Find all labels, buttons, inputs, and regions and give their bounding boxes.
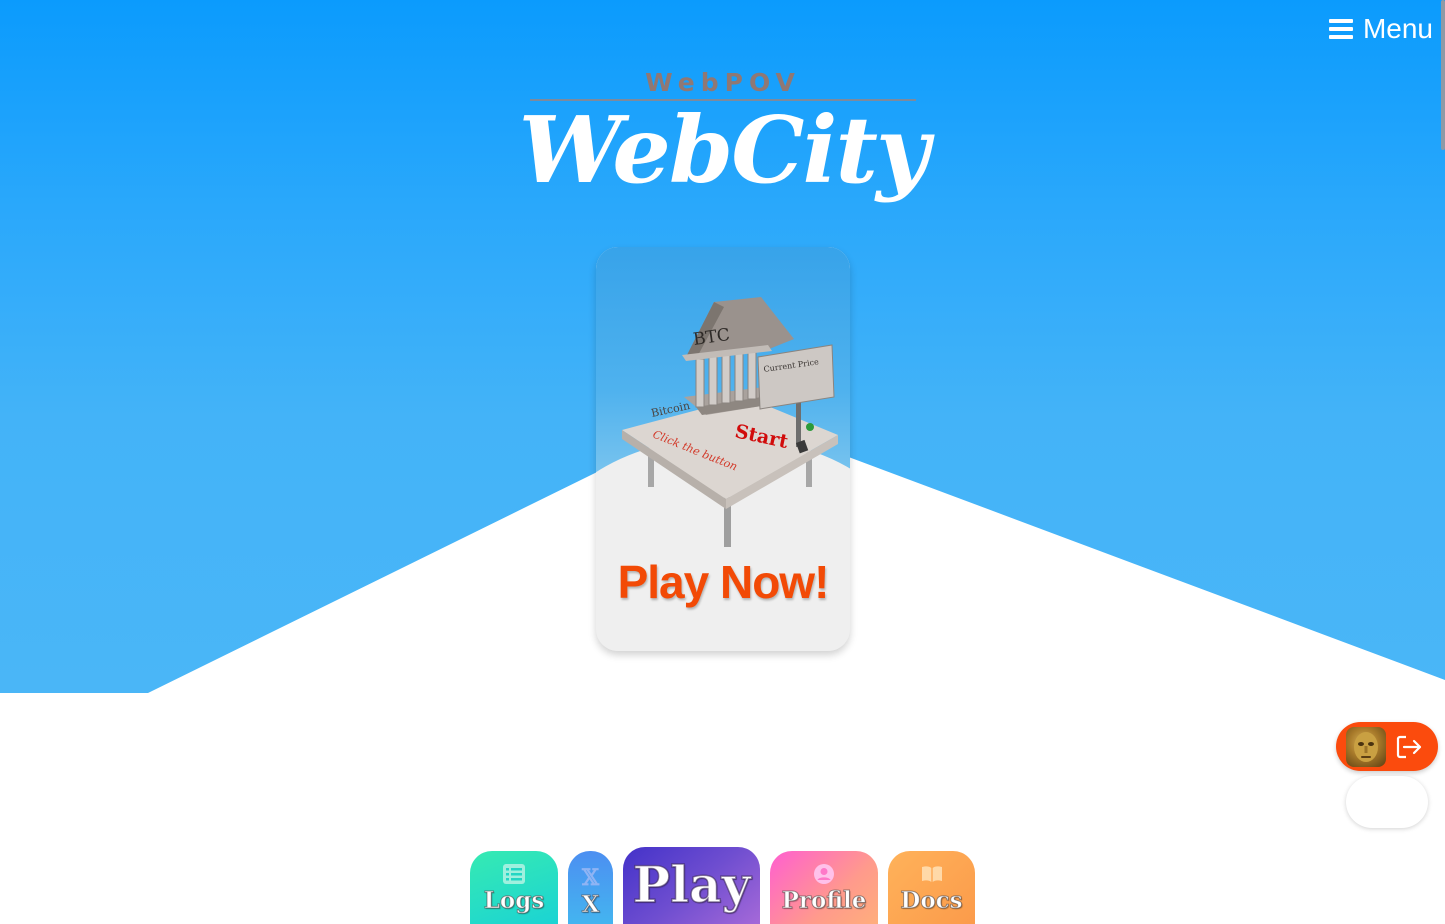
play-now-label: Play Now! <box>617 556 830 608</box>
menu-button[interactable]: Menu <box>1328 12 1433 46</box>
secondary-widget[interactable] <box>1346 776 1428 828</box>
brand-subtitle: WebPOV <box>645 68 801 97</box>
scrollbar[interactable] <box>1441 0 1445 150</box>
brand-title: WebCity <box>518 96 930 204</box>
user-widget[interactable] <box>1336 722 1438 771</box>
nav-profile-button[interactable]: Profile <box>770 851 878 924</box>
play-now-card[interactable]: BTC Current Price Start Click the button… <box>596 247 850 651</box>
nav-docs-label: Docs <box>900 887 963 915</box>
nav-x-button[interactable]: 𝕏 X <box>568 851 613 924</box>
nav-play-label: Play <box>632 854 752 915</box>
user-icon <box>814 864 834 884</box>
nav-docs-button[interactable]: Docs <box>888 851 975 924</box>
nav-logs-button[interactable]: Logs <box>470 851 558 924</box>
logout-icon[interactable] <box>1394 732 1424 762</box>
hamburger-icon <box>1328 19 1353 39</box>
x-logo-icon: 𝕏 <box>581 865 600 891</box>
list-icon <box>503 864 525 884</box>
nav-play-button[interactable]: Play <box>623 847 760 924</box>
btc-temple-illustration: BTC Current Price Start Click the button… <box>622 297 838 547</box>
nav-profile-label: Profile <box>781 887 867 915</box>
nav-x-label: X <box>581 891 600 919</box>
book-icon <box>921 866 942 882</box>
menu-label: Menu <box>1362 13 1433 44</box>
golden-mask-avatar[interactable] <box>1346 726 1386 767</box>
nav-logs-label: Logs <box>483 887 545 915</box>
